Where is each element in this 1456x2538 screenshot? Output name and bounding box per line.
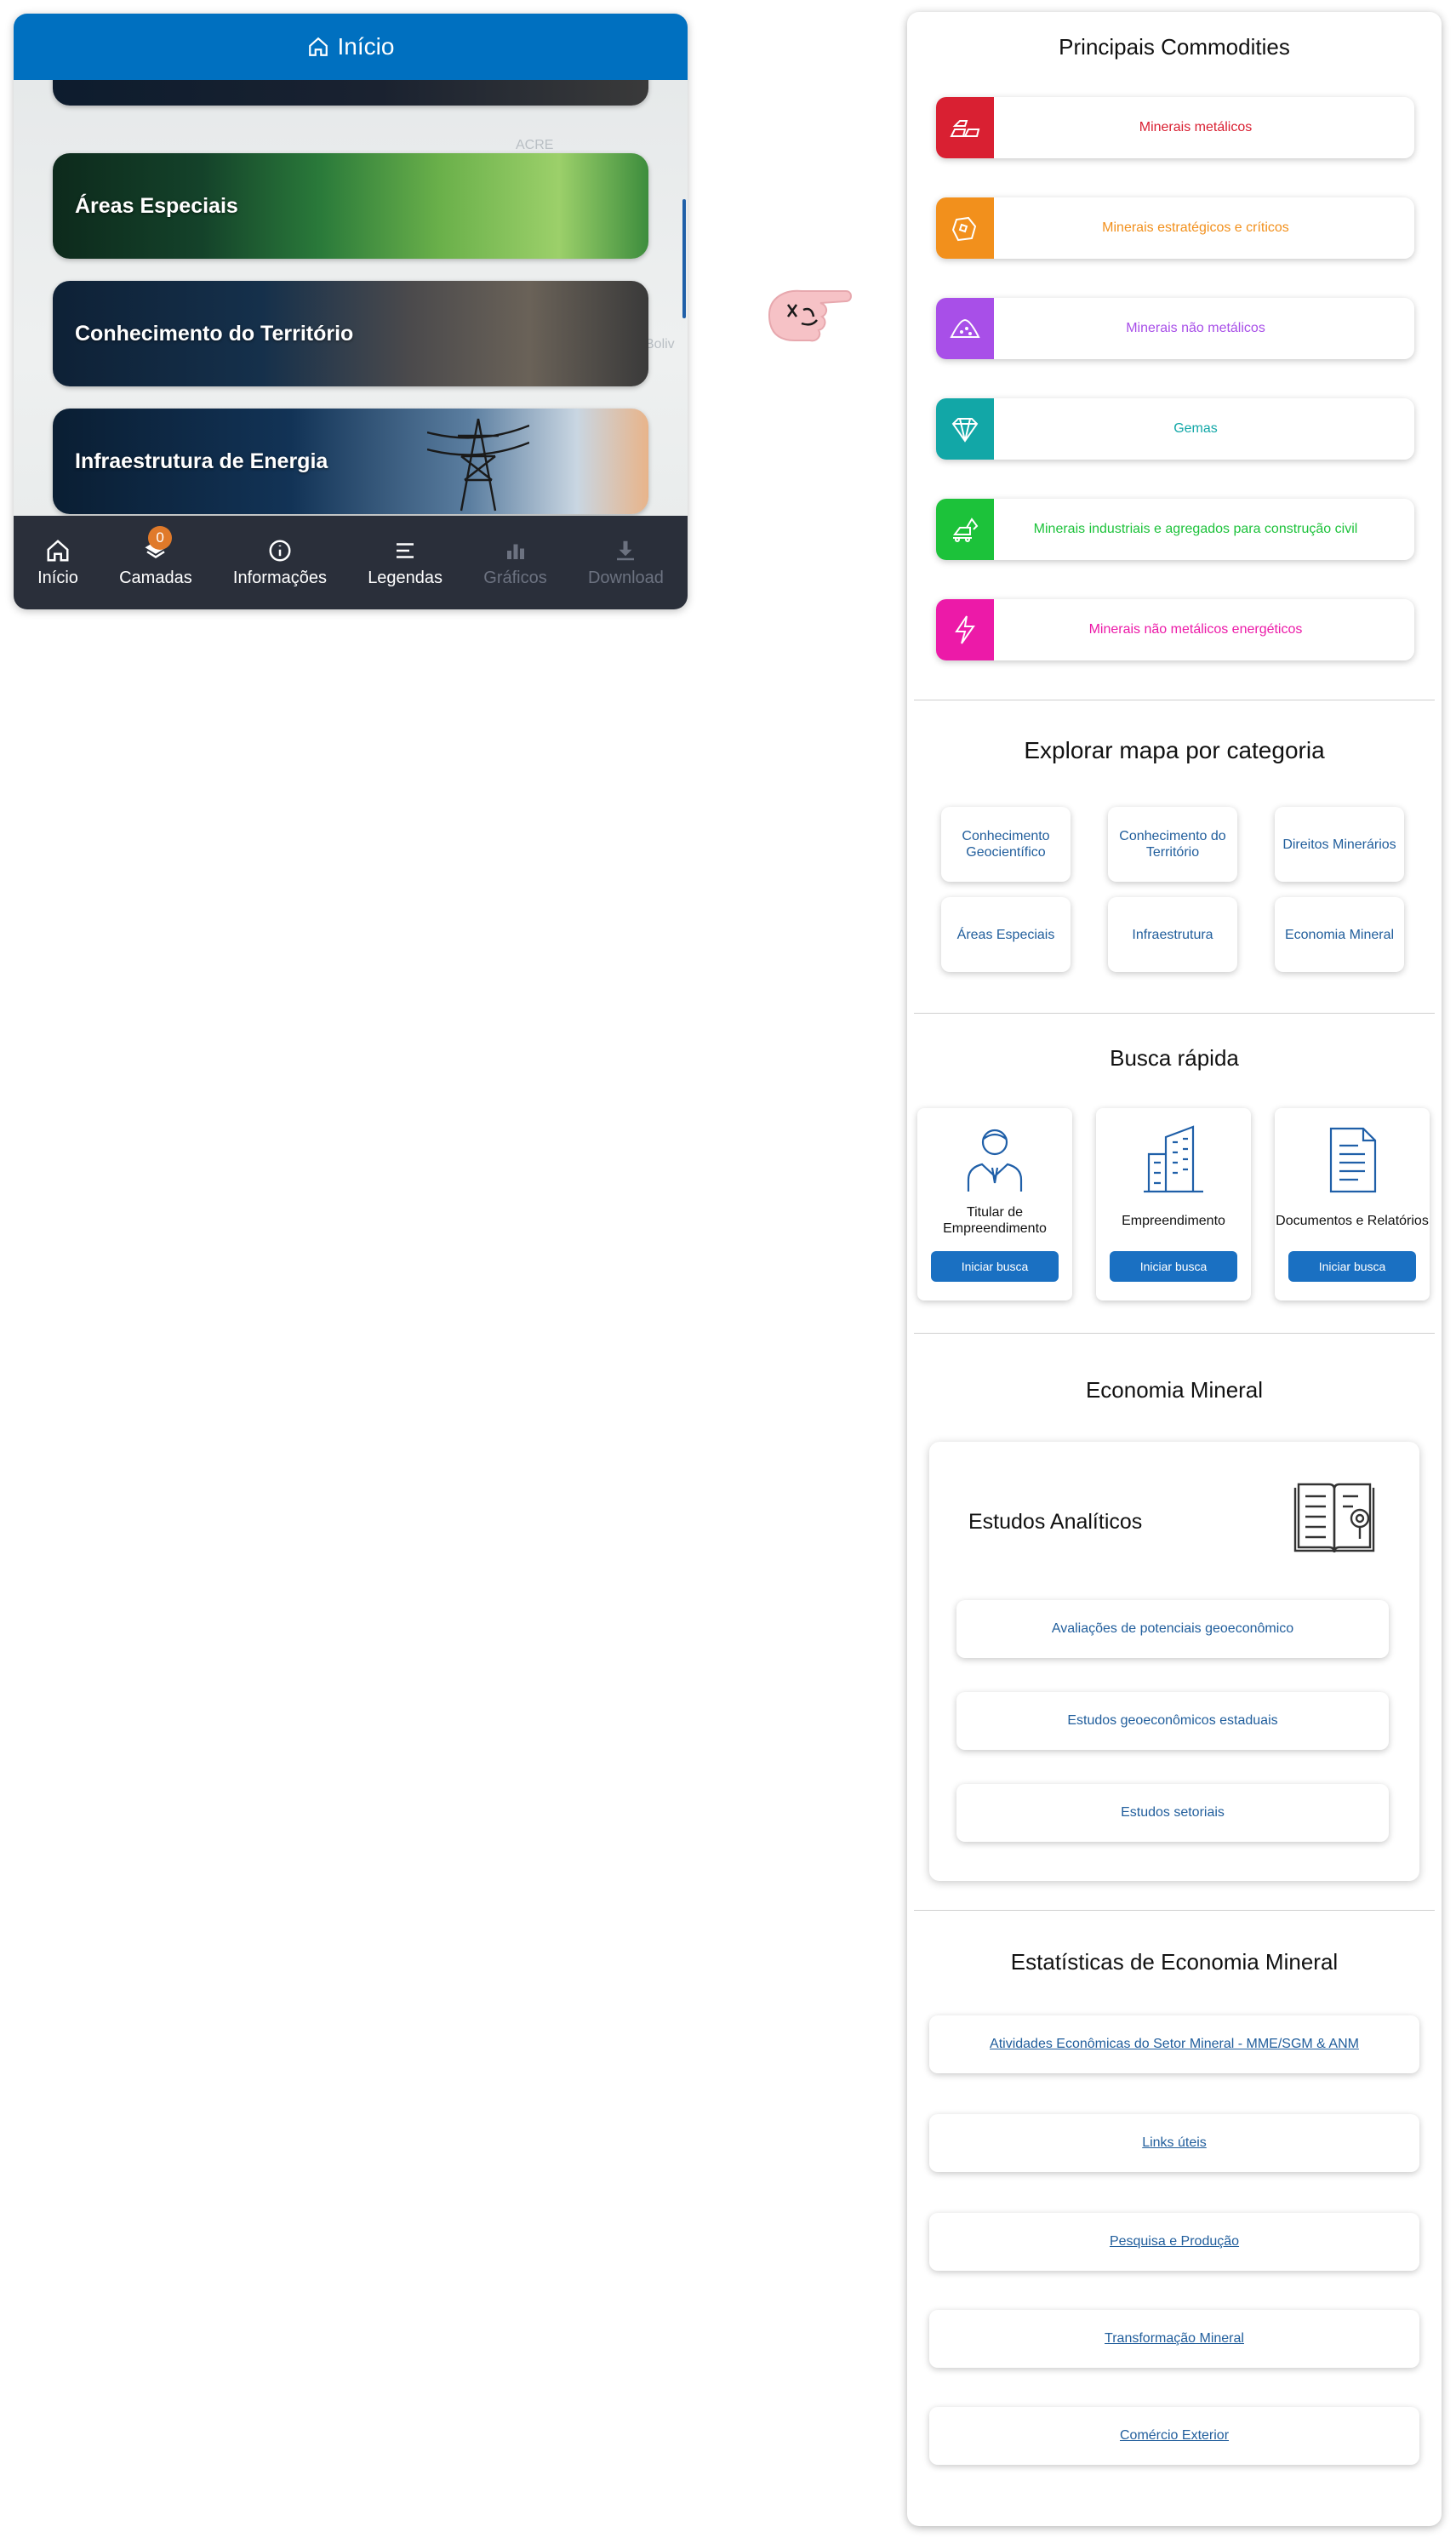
category-card-infraestrutura-energia[interactable]: Infraestrutura de Energia xyxy=(53,409,648,514)
home-icon xyxy=(308,37,328,56)
scrollbar[interactable] xyxy=(682,199,686,318)
study-avaliacoes-potenciais[interactable]: Avaliações de potenciais geoeconômico xyxy=(956,1600,1389,1658)
nav-item-graficos[interactable]: Gráficos xyxy=(483,538,547,588)
stats-link-label: Comércio Exterior xyxy=(1119,2428,1230,2443)
start-search-button[interactable]: Iniciar busca xyxy=(931,1251,1059,1282)
commodity-minerais-industriais[interactable]: Minerais industriais e agregados para co… xyxy=(936,499,1414,560)
commodity-minerais-nao-metalicos[interactable]: Minerais não metálicos xyxy=(936,298,1414,359)
section-title-commodities: Principais Commodities xyxy=(1059,34,1290,60)
section-title-stats: Estatísticas de Economia Mineral xyxy=(1010,1949,1339,1975)
open-book-magnifier-icon xyxy=(1293,1483,1375,1553)
mobile-app-window: Início ACRE Boliv Áreas Especiais Conhec… xyxy=(14,14,688,609)
bottom-navigation: Início 0 Camadas Informações Legendas Gr… xyxy=(14,516,688,609)
category-card-label: Infraestrutura de Energia xyxy=(75,449,328,473)
nav-item-legendas[interactable]: Legendas xyxy=(368,538,443,588)
map-label: Boliv xyxy=(645,337,675,352)
nav-item-camadas[interactable]: 0 Camadas xyxy=(119,525,192,588)
explore-economia-mineral[interactable]: Economia Mineral xyxy=(1275,897,1404,972)
stats-link-atividades-economicas[interactable]: Atividades Econômicas do Setor Mineral -… xyxy=(929,2015,1419,2073)
download-icon xyxy=(617,540,635,560)
sand-pile-icon xyxy=(936,298,994,359)
commodity-label: Minerais estratégicos e críticos xyxy=(1102,220,1289,235)
section-divider xyxy=(914,1013,1435,1014)
nav-label: Informações xyxy=(232,568,327,587)
study-estudos-setoriais[interactable]: Estudos setoriais xyxy=(956,1784,1389,1842)
commodity-label: Minerais metálicos xyxy=(1139,120,1253,134)
nav-label: Camadas xyxy=(119,568,192,587)
power-tower-icon xyxy=(427,418,529,512)
analytic-studies-title: Estudos Analíticos xyxy=(968,1510,1143,1534)
nav-label: Início xyxy=(37,568,78,587)
category-card-areas-especiais[interactable]: Áreas Especiais xyxy=(53,153,648,259)
commodity-minerais-metalicos[interactable]: Minerais metálicos xyxy=(936,97,1414,158)
section-title-explore: Explorar mapa por categoria xyxy=(1024,737,1325,763)
section-title-quick-search: Busca rápida xyxy=(1110,1045,1239,1071)
commodity-gemas[interactable]: Gemas xyxy=(936,398,1414,460)
category-card[interactable] xyxy=(53,80,648,106)
legend-icon xyxy=(397,542,414,558)
commodity-label: Gemas xyxy=(1173,421,1218,436)
section-divider xyxy=(914,1910,1435,1911)
stats-link-comercio-exterior[interactable]: Comércio Exterior xyxy=(929,2407,1419,2465)
quick-search-empreendimento: Empreendimento Iniciar busca xyxy=(1096,1108,1251,1300)
start-search-button[interactable]: Iniciar busca xyxy=(1288,1251,1416,1282)
document-icon xyxy=(1329,1127,1377,1193)
category-card-label: Áreas Especiais xyxy=(75,193,238,218)
explore-direitos-minerarios[interactable]: Direitos Minerários xyxy=(1275,807,1404,882)
commodity-minerais-estrategicos[interactable]: Minerais estratégicos e críticos xyxy=(936,197,1414,259)
excavator-icon xyxy=(936,499,994,560)
diamond-icon xyxy=(936,398,994,460)
stats-link-label: Pesquisa e Produção xyxy=(1109,2234,1240,2249)
gold-bars-icon xyxy=(936,97,994,158)
study-estudos-estaduais[interactable]: Estudos geoeconômicos estaduais xyxy=(956,1692,1389,1750)
person-icon xyxy=(967,1129,1023,1192)
quick-search-titular: Titular de Empreendimento Iniciar busca xyxy=(917,1108,1072,1300)
map-label: ACRE xyxy=(516,138,554,152)
start-search-button[interactable]: Iniciar busca xyxy=(1110,1251,1237,1282)
app-header-title: Início xyxy=(337,33,395,60)
map-area[interactable]: ACRE Boliv Áreas Especiais Conhecimento … xyxy=(14,80,688,531)
explore-conhecimento-geocientifico[interactable]: Conhecimento Geocientífico xyxy=(941,807,1071,882)
chart-icon xyxy=(506,544,524,559)
pointing-hand-icon xyxy=(768,289,852,342)
stats-link-label: Links úteis xyxy=(1142,2135,1207,2150)
home-panel: Principais Commodities Minerais metálico… xyxy=(907,12,1442,2526)
quick-search-label: Documentos e Relatórios xyxy=(1276,1213,1429,1228)
commodity-minerais-energeticos[interactable]: Minerais não metálicos energéticos xyxy=(936,599,1414,660)
home-icon xyxy=(47,539,69,561)
nav-label: Gráficos xyxy=(483,568,547,587)
stats-link-transformacao-mineral[interactable]: Transformação Mineral xyxy=(929,2310,1419,2368)
analytic-studies-card: Estudos Analíticos Avaliações de potenci… xyxy=(929,1442,1419,1881)
mineral-rock-icon xyxy=(936,197,994,259)
nav-item-inicio[interactable]: Início xyxy=(37,538,78,588)
nav-item-informacoes[interactable]: Informações xyxy=(233,538,327,588)
section-title-economy: Economia Mineral xyxy=(1085,1377,1264,1403)
layers-count-badge: 0 xyxy=(148,525,173,550)
commodity-label: Minerais industriais e agregados para co… xyxy=(1033,522,1358,536)
app-header[interactable]: Início xyxy=(14,14,688,80)
section-divider xyxy=(914,1333,1435,1334)
nav-item-download[interactable]: Download xyxy=(588,538,664,588)
commodity-label: Minerais não metálicos xyxy=(1126,321,1265,335)
category-card-label: Conhecimento do Território xyxy=(75,321,354,346)
nav-label: Download xyxy=(587,568,664,587)
explore-areas-especiais[interactable]: Áreas Especiais xyxy=(941,897,1071,972)
quick-search-documentos: Documentos e Relatórios Iniciar busca xyxy=(1275,1108,1430,1300)
explore-infraestrutura[interactable]: Infraestrutura xyxy=(1108,897,1237,972)
commodity-label: Minerais não metálicos energéticos xyxy=(1088,622,1303,637)
stats-link-pesquisa-producao[interactable]: Pesquisa e Produção xyxy=(929,2213,1419,2271)
quick-search-label: Empreendimento xyxy=(1122,1213,1225,1228)
stats-link-links-uteis[interactable]: Links úteis xyxy=(929,2114,1419,2172)
buildings-icon xyxy=(1144,1125,1203,1193)
nav-label: Legendas xyxy=(368,568,443,587)
lightning-icon xyxy=(936,599,994,660)
info-icon xyxy=(269,540,291,561)
stats-link-label: Atividades Econômicas do Setor Mineral -… xyxy=(990,2037,1359,2051)
quick-search-label: Titular de Empreendimento xyxy=(943,1205,1047,1236)
explore-conhecimento-territorio[interactable]: Conhecimento do Território xyxy=(1108,807,1237,882)
stats-link-label: Transformação Mineral xyxy=(1105,2331,1244,2346)
category-card-conhecimento-territorio[interactable]: Conhecimento do Território xyxy=(53,281,648,386)
